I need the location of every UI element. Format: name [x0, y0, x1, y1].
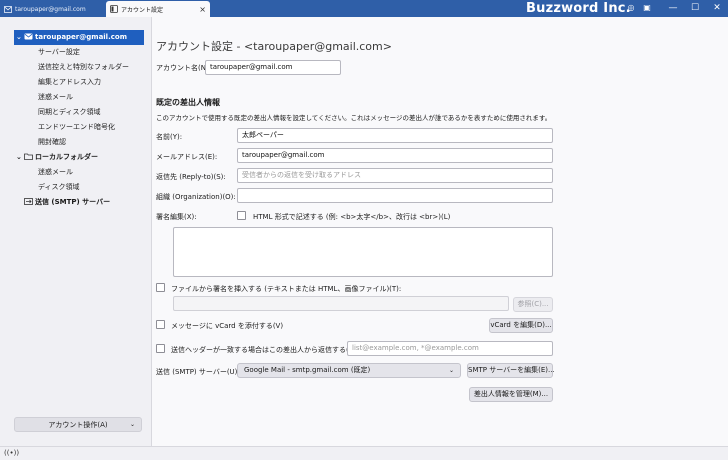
mail-icon [4, 5, 12, 13]
signature-html-label: HTML 形式で記述する (例: <b>太字</b>、改行は <br>)(L) [253, 213, 451, 221]
name-input[interactable]: 太郎ペーパー [237, 128, 553, 143]
reply-from-header-label: 送信ヘッダーが一致する場合はこの差出人から返信する(B): [171, 346, 359, 354]
sidebar-item-copies-folders[interactable]: 送信控えと特別なフォルダー [38, 60, 129, 75]
attach-vcard-label: メッセージに vCard を添付する(V) [171, 322, 284, 330]
reply-to-label: 返信先 (Reply-to)(S): [156, 173, 226, 181]
organization-label: 組織 (Organization)(O): [156, 193, 236, 201]
tab-mail[interactable]: taroupaper@gmail.com [0, 1, 104, 17]
edit-smtp-button[interactable]: SMTP サーバーを編集(E)... [467, 363, 555, 378]
tab-account-settings[interactable]: アカウント設定 × [106, 1, 210, 17]
signature-label: 署名編集(X): [156, 213, 197, 221]
connection-status-icon[interactable]: ((•)) [4, 449, 19, 457]
page-title: アカウント設定 - <taroupaper@gmail.com> [156, 40, 392, 53]
outgoing-server-icon [24, 196, 33, 205]
reply-from-header-input[interactable]: list@example.com, *@example.com [347, 341, 553, 356]
account-name-input[interactable]: taroupaper@gmail.com [205, 60, 341, 75]
settings-page-icon [110, 5, 118, 13]
maximize-button[interactable]: ☐ [684, 0, 706, 17]
sidebar-item-local-junk[interactable]: 迷惑メール [38, 165, 73, 180]
browse-button[interactable]: 参照(C)... [513, 297, 553, 312]
sidebar-item-local-folders[interactable]: ⌄ ローカルフォルダー [14, 150, 98, 165]
reply-to-input[interactable]: 受信者からの返信を受け取るアドレス [237, 168, 553, 183]
panel-icon[interactable]: ▣ [642, 3, 652, 13]
account-settings-panel: アカウント設定 - <taroupaper@gmail.com> アカウント名(… [153, 17, 728, 446]
signature-textarea[interactable] [173, 227, 553, 277]
folder-icon [24, 151, 33, 160]
signature-file-checkbox[interactable] [156, 283, 165, 292]
activity-icon[interactable]: ◎ [626, 3, 636, 13]
close-window-button[interactable]: ✕ [706, 0, 728, 17]
sidebar-account-label: taroupaper@gmail.com [35, 33, 127, 41]
reply-from-header-checkbox[interactable] [156, 344, 165, 353]
account-sidebar: ⌄ taroupaper@gmail.com サーバー設定 送信控えと特別なフォル… [0, 17, 152, 446]
tab-account-settings-label: アカウント設定 [121, 6, 164, 14]
name-label: 名前(Y): [156, 133, 183, 141]
chevron-down-icon[interactable]: ⌄ [16, 30, 24, 45]
smtp-server-label: 送信 (SMTP) サーバー(U): [156, 368, 240, 376]
identity-heading: 既定の差出人情報 [156, 98, 220, 107]
minimize-button[interactable]: — [662, 0, 684, 17]
sidebar-item-junk[interactable]: 迷惑メール [38, 90, 73, 105]
sidebar-item-return-receipts[interactable]: 開封確認 [38, 135, 66, 150]
sidebar-item-local-disk[interactable]: ディスク領域 [38, 180, 80, 195]
sidebar-local-folders-label: ローカルフォルダー [35, 153, 98, 161]
signature-html-checkbox[interactable] [237, 211, 246, 220]
sidebar-item-account[interactable]: ⌄ taroupaper@gmail.com [14, 30, 144, 45]
tab-mail-label: taroupaper@gmail.com [15, 5, 86, 13]
identity-description: このアカウントで使用する既定の差出人情報を設定してください。これはメッセージの差… [156, 114, 552, 122]
organization-input[interactable] [237, 188, 553, 203]
signature-file-path-input[interactable] [173, 296, 509, 311]
status-bar: ((•)) [0, 446, 728, 460]
account-mail-icon [24, 31, 33, 40]
sidebar-item-sync-disk[interactable]: 同期とディスク領域 [38, 105, 101, 120]
account-actions-button[interactable]: アカウント操作(A) ⌄ [14, 417, 142, 432]
signature-file-label: ファイルから署名を挿入する (テキストまたは HTML、画像ファイル)(T): [171, 285, 402, 293]
email-label: メールアドレス(E): [156, 153, 218, 161]
account-name-label: アカウント名(N): [156, 64, 212, 72]
chevron-down-icon: ⌄ [129, 421, 135, 428]
sidebar-item-server-settings[interactable]: サーバー設定 [38, 45, 80, 60]
sidebar-item-e2e-encryption[interactable]: エンドツーエンド暗号化 [38, 120, 115, 135]
brand-watermark: Buzzword Inc. [526, 1, 631, 16]
edit-vcard-button[interactable]: vCard を編集(D)... [489, 318, 553, 333]
email-input[interactable]: taroupaper@gmail.com [237, 148, 553, 163]
chevron-down-icon: ⌄ [448, 367, 454, 374]
attach-vcard-checkbox[interactable] [156, 320, 165, 329]
smtp-server-value: Google Mail - smtp.gmail.com (既定) [244, 366, 371, 374]
sidebar-item-smtp[interactable]: 送信 (SMTP) サーバー [24, 195, 110, 210]
manage-identities-button[interactable]: 差出人情報を管理(M)... [469, 387, 553, 402]
sidebar-smtp-label: 送信 (SMTP) サーバー [35, 198, 111, 206]
sidebar-item-composition[interactable]: 編集とアドレス入力 [38, 75, 101, 90]
smtp-server-select[interactable]: Google Mail - smtp.gmail.com (既定) ⌄ [237, 363, 461, 378]
account-actions-label: アカウント操作(A) [48, 420, 108, 429]
title-bar: taroupaper@gmail.com アカウント設定 × Buzzword … [0, 0, 728, 17]
close-tab-icon[interactable]: × [199, 5, 206, 14]
chevron-down-icon[interactable]: ⌄ [16, 150, 24, 165]
